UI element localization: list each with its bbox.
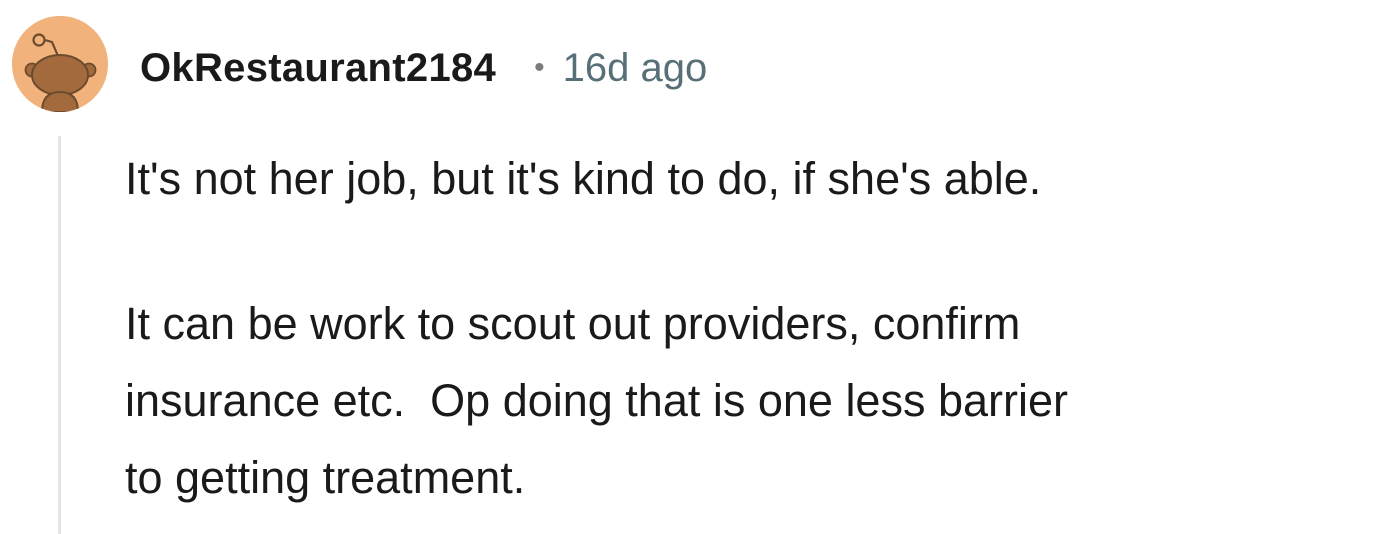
comment-paragraph: It can be work to scout out providers, c… xyxy=(125,298,1069,503)
separator-dot: • xyxy=(534,51,545,84)
avatar[interactable] xyxy=(12,16,108,112)
comment-body: It's not her job, but it's kind to do, i… xyxy=(125,140,1365,516)
comment: OkRestaurant2184 • 16d ago It's not her … xyxy=(0,0,1374,534)
comment-paragraph: It's not her job, but it's kind to do, i… xyxy=(125,153,1042,204)
comment-header: OkRestaurant2184 • 16d ago xyxy=(140,40,707,96)
username-link[interactable]: OkRestaurant2184 xyxy=(140,46,496,91)
thread-line[interactable] xyxy=(58,136,61,534)
snoo-avatar-icon xyxy=(12,16,108,112)
timestamp[interactable]: 16d ago xyxy=(563,46,708,91)
